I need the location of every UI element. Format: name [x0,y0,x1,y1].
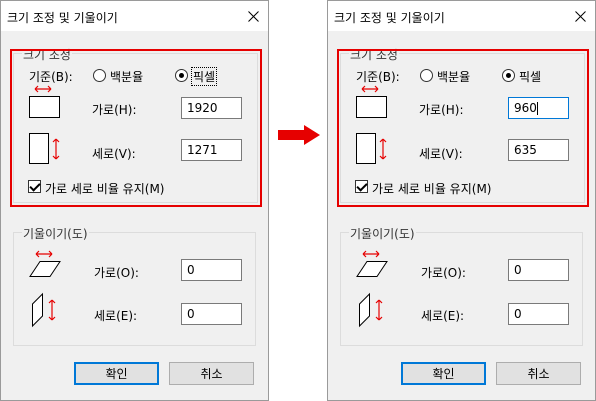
close-button[interactable] [238,1,268,31]
skew-horizontal-icon [356,250,388,277]
skew-vertical-label: 세로(E): [94,309,138,323]
ok-button[interactable]: 확인 [401,362,486,385]
ok-button-label: 확인 [105,367,128,381]
cancel-button-label: 취소 [200,367,223,381]
highlight-box [337,49,589,207]
highlight-box [10,49,262,207]
skew-vertical-input[interactable]: 0 [508,303,569,325]
right-arrow-icon [278,125,320,145]
resize-skew-dialog-after: 크기 조정 및 기울이기 크기 조정 기준(B): 백분율 픽셀 가로(H): … [327,0,596,401]
skew-vertical-icon [359,292,383,328]
title-bar: 크기 조정 및 기울이기 [1,1,268,31]
ok-button[interactable]: 확인 [74,362,159,385]
skew-group-label: 기울이기(도) [349,225,416,242]
skew-group-label: 기울이기(도) [22,225,89,242]
skew-horizontal-input[interactable]: 0 [181,259,242,281]
skew-horizontal-label: 가로(O): [94,266,139,280]
resize-skew-dialog-before: 크기 조정 및 기울이기 크기 조정 기준(B): 백분율 픽셀 가로(H): … [0,0,269,401]
title-bar: 크기 조정 및 기울이기 [328,1,595,31]
skew-vertical-icon [32,292,56,328]
cancel-button[interactable]: 취소 [496,362,581,385]
dialog-title: 크기 조정 및 기울이기 [7,11,118,25]
skew-horizontal-input[interactable]: 0 [508,259,569,281]
skew-horizontal-value: 0 [514,263,522,277]
skew-vertical-label: 세로(E): [421,309,465,323]
ok-button-label: 확인 [432,367,455,381]
skew-vertical-input[interactable]: 0 [181,303,242,325]
skew-vertical-value: 0 [514,307,522,321]
skew-vertical-value: 0 [187,307,195,321]
cancel-button-label: 취소 [527,367,550,381]
close-icon [247,10,259,22]
skew-horizontal-value: 0 [187,263,195,277]
cancel-button[interactable]: 취소 [169,362,254,385]
skew-horizontal-label: 가로(O): [421,266,466,280]
skew-horizontal-icon [29,250,61,277]
close-icon [574,10,586,22]
dialog-title: 크기 조정 및 기울이기 [334,11,445,25]
close-button[interactable] [565,1,595,31]
